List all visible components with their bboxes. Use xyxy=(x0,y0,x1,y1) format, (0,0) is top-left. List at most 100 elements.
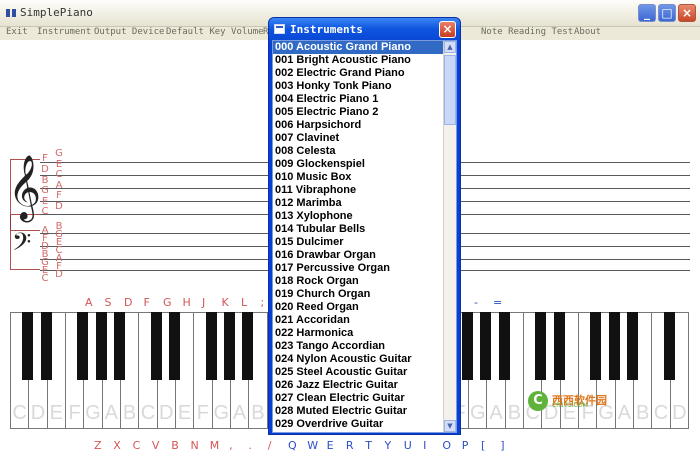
instrument-list-item[interactable]: 012 Marimba xyxy=(273,197,445,210)
instrument-list-item[interactable]: 007 Clavinet xyxy=(273,132,445,145)
menu-about[interactable]: About xyxy=(574,27,601,37)
menu-instrument[interactable]: Instrument xyxy=(37,27,91,37)
instrument-list-item[interactable]: 019 Church Organ xyxy=(273,288,445,301)
watermark-logo: C 西西软件园 CR173.COM xyxy=(528,391,632,411)
scroll-up-arrow-icon[interactable]: ▲ xyxy=(444,41,456,53)
black-key[interactable] xyxy=(205,312,217,380)
black-key[interactable] xyxy=(113,312,125,380)
instrument-list[interactable]: 000 Acoustic Grand Piano 001 Bright Acous… xyxy=(272,40,457,433)
white-key-label: E xyxy=(177,402,192,424)
instrument-list-item[interactable]: 011 Vibraphone xyxy=(273,184,445,197)
app-icon xyxy=(6,9,16,17)
black-key[interactable] xyxy=(77,312,89,380)
white-key-label: D xyxy=(672,402,687,424)
key-hint-label: X xyxy=(113,439,121,452)
scroll-down-arrow-icon[interactable]: ▼ xyxy=(444,420,456,432)
instrument-list-item[interactable]: 022 Harmonica xyxy=(273,327,445,340)
menu-default-key-volume[interactable]: Default Key Volume xyxy=(166,27,264,37)
instrument-list-item[interactable]: 030 Distortion Guitar xyxy=(273,431,445,432)
minimize-button[interactable]: _ xyxy=(638,4,656,22)
window-icon xyxy=(274,24,285,34)
instrument-list-item[interactable]: 015 Dulcimer xyxy=(273,236,445,249)
white-key-label: B xyxy=(636,402,650,424)
list-scrollbar[interactable]: ▲ ▼ xyxy=(443,41,456,432)
dialog-title-bar[interactable]: Instruments × xyxy=(269,18,460,42)
key-hint-label: . xyxy=(248,439,252,452)
instrument-list-item[interactable]: 000 Acoustic Grand Piano xyxy=(273,41,445,54)
instrument-list-item[interactable]: 009 Glockenspiel xyxy=(273,158,445,171)
staff-note-label: C xyxy=(41,206,49,218)
black-key[interactable] xyxy=(22,312,34,380)
treble-clef-icon: 𝄞 xyxy=(8,155,42,220)
white-key-label: A xyxy=(489,402,503,424)
instrument-list-item[interactable]: 010 Music Box xyxy=(273,171,445,184)
white-key-label: G xyxy=(213,402,229,424)
instrument-list-item[interactable]: 029 Overdrive Guitar xyxy=(273,418,445,431)
black-key[interactable] xyxy=(150,312,162,380)
staff-note-label: G xyxy=(55,148,63,159)
key-hint-label: P xyxy=(461,439,469,452)
instrument-list-item[interactable]: 028 Muted Electric Guitar xyxy=(273,405,445,418)
watermark-mark: C xyxy=(528,391,548,411)
menu-note-reading-test[interactable]: Note Reading Test xyxy=(481,27,573,37)
black-key[interactable] xyxy=(663,312,675,380)
instrument-list-item[interactable]: 023 Tango Accordian xyxy=(273,340,445,353)
instrument-list-item[interactable]: 008 Celesta xyxy=(273,145,445,158)
key-hint-label: J xyxy=(202,296,206,309)
key-hint-label: - xyxy=(474,296,478,309)
instrument-list-item[interactable]: 006 Harpsichord xyxy=(273,119,445,132)
instrument-list-item[interactable]: 020 Reed Organ xyxy=(273,301,445,314)
instrument-list-item[interactable]: 017 Percussive Organ xyxy=(273,262,445,275)
instrument-list-item[interactable]: 021 Accoridan xyxy=(273,314,445,327)
instrument-list-item[interactable]: 004 Electric Piano 1 xyxy=(273,93,445,106)
black-key[interactable] xyxy=(590,312,602,380)
key-hint-label: Q xyxy=(288,439,297,452)
instrument-list-item[interactable]: 016 Drawbar Organ xyxy=(273,249,445,262)
black-key[interactable] xyxy=(242,312,254,380)
staff-note-label: D xyxy=(55,201,63,212)
staff-note-label: E xyxy=(41,195,49,207)
key-hint-label: T xyxy=(365,439,372,452)
key-hint-label: G xyxy=(163,296,172,309)
black-key[interactable] xyxy=(40,312,52,380)
key-hint-label: H xyxy=(182,296,191,309)
instrument-list-item[interactable]: 026 Jazz Electric Guitar xyxy=(273,379,445,392)
staff-note-label: E xyxy=(55,158,63,170)
white-key-label: B xyxy=(507,402,522,424)
key-hint-label: D xyxy=(124,296,133,309)
key-hint-label: B xyxy=(171,439,179,452)
white-key-label: G xyxy=(85,402,101,424)
instrument-list-item[interactable]: 013 Xylophone xyxy=(273,210,445,223)
maximize-button[interactable]: □ xyxy=(658,4,676,22)
key-hint-label: Y xyxy=(384,439,392,452)
black-key[interactable] xyxy=(535,312,547,380)
scroll-thumb[interactable] xyxy=(444,55,456,125)
instrument-list-item[interactable]: 002 Electric Grand Piano xyxy=(273,67,445,80)
black-key[interactable] xyxy=(168,312,180,380)
instrument-list-item[interactable]: 027 Clean Electric Guitar xyxy=(273,392,445,405)
staff-note-label: C xyxy=(41,273,49,284)
instrument-list-item[interactable]: 005 Electric Piano 2 xyxy=(273,106,445,119)
black-key[interactable] xyxy=(462,312,474,380)
instrument-list-item[interactable]: 024 Nylon Acoustic Guitar xyxy=(273,353,445,366)
dialog-close-button[interactable]: × xyxy=(439,21,456,38)
staff-note-label: A xyxy=(55,179,63,191)
black-key[interactable] xyxy=(553,312,565,380)
key-hint-label: E xyxy=(326,439,334,452)
instrument-list-item[interactable]: 025 Steel Acoustic Guitar xyxy=(273,366,445,379)
instrument-list-item[interactable]: 018 Rock Organ xyxy=(273,275,445,288)
black-key[interactable] xyxy=(95,312,107,380)
menu-exit[interactable]: Exit xyxy=(6,27,28,37)
black-key[interactable] xyxy=(608,312,620,380)
close-button[interactable]: × xyxy=(678,4,696,22)
menu-output-device[interactable]: Output Device xyxy=(94,27,164,37)
instrument-list-item[interactable]: 003 Honky Tonk Piano xyxy=(273,80,445,93)
black-key[interactable] xyxy=(480,312,492,380)
black-key[interactable] xyxy=(627,312,639,380)
key-hint-label: R xyxy=(345,439,354,452)
black-key[interactable] xyxy=(498,312,510,380)
instrument-list-item[interactable]: 001 Bright Acoustic Piano xyxy=(273,54,445,67)
instrument-list-item[interactable]: 014 Tubular Bells xyxy=(273,223,445,236)
key-hint-label: I xyxy=(423,439,427,452)
black-key[interactable] xyxy=(223,312,235,380)
